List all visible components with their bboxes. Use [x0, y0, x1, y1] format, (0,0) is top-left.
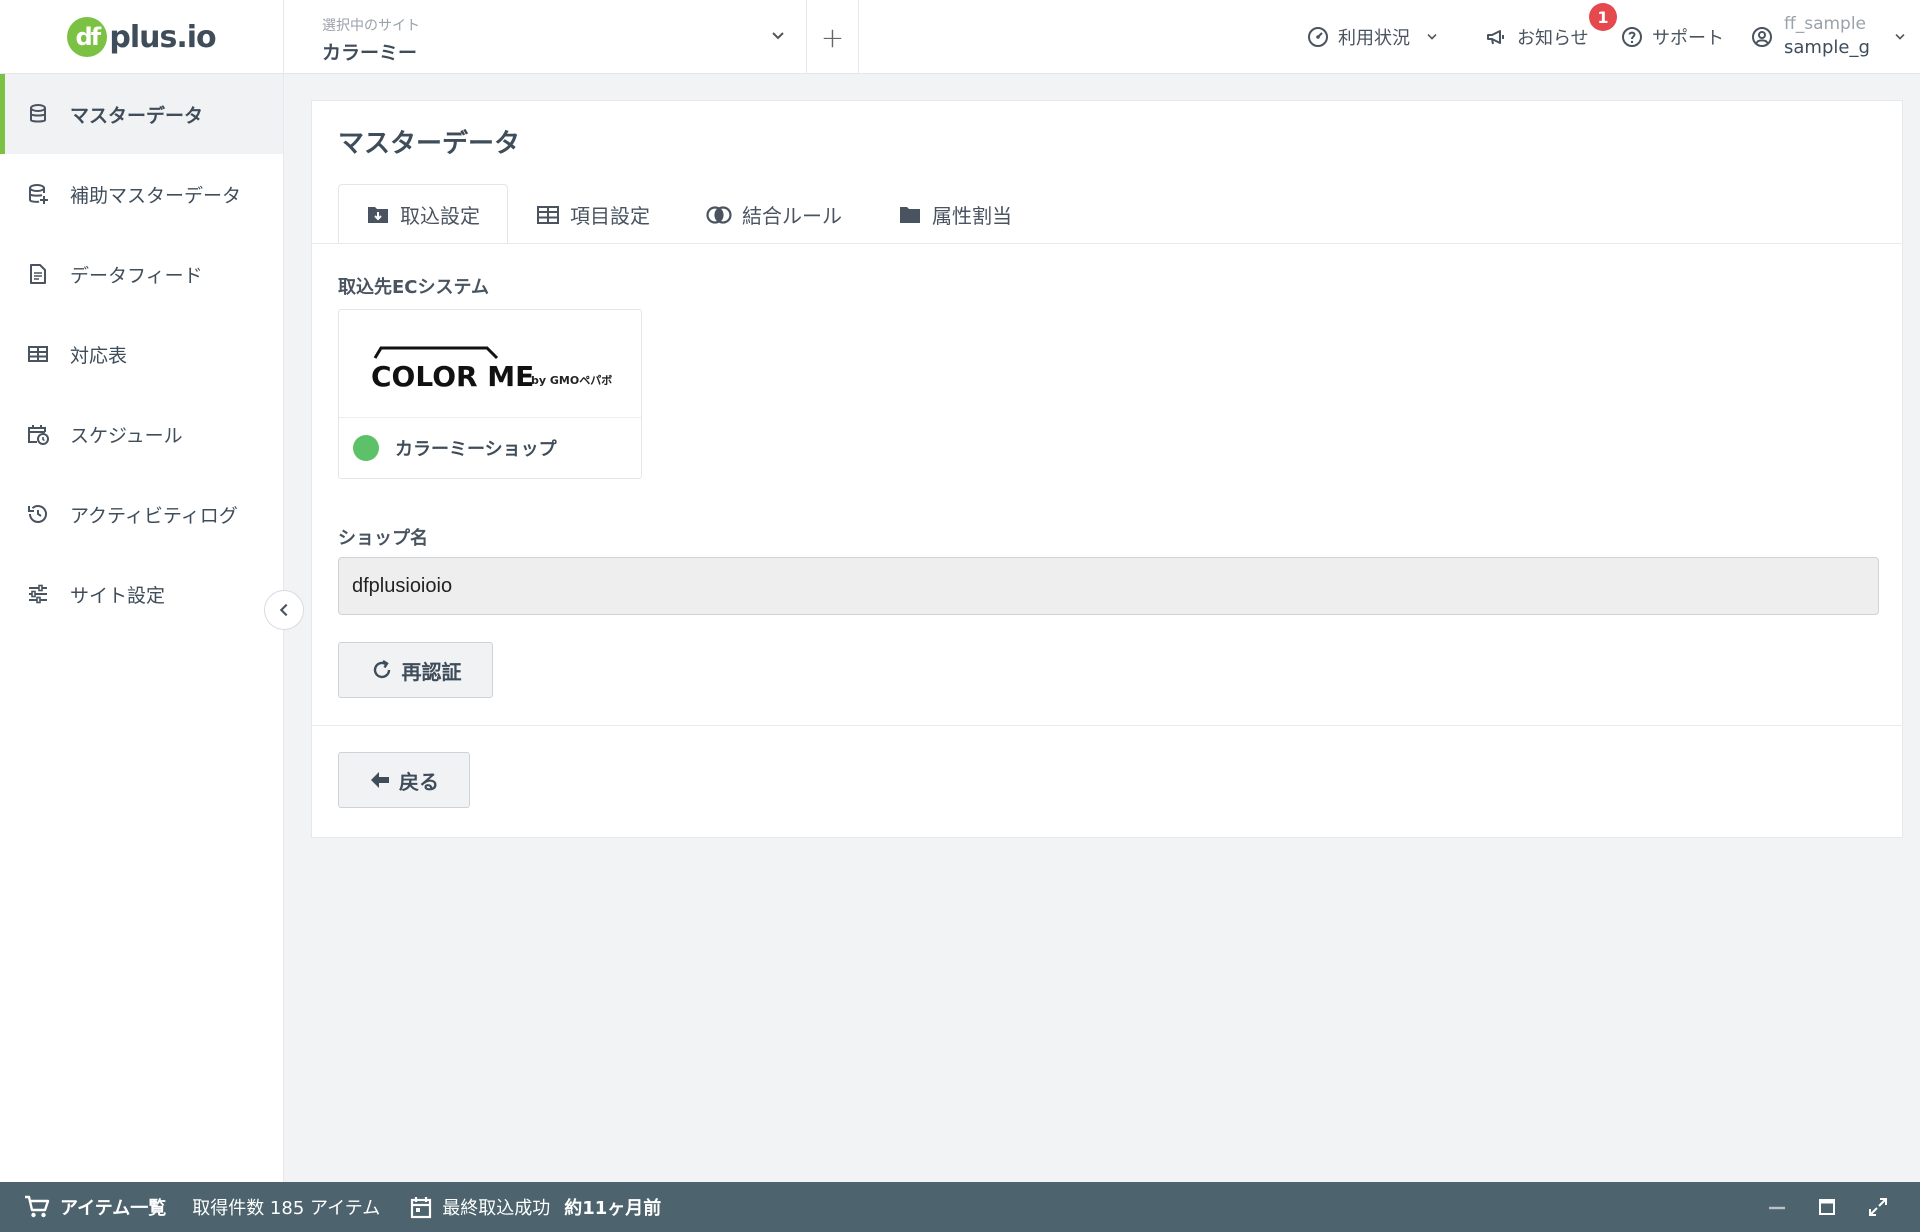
tab-field-settings[interactable]: 項目設定	[508, 184, 678, 244]
history-icon	[28, 505, 47, 523]
ec-shop-row: カラーミーショップ	[339, 418, 641, 478]
sidebar-item-schedule[interactable]: スケジュール	[0, 394, 283, 474]
selected-site-name: カラーミー	[322, 42, 418, 64]
site-selector-label: 選択中のサイト	[322, 18, 420, 34]
expand-icon[interactable]	[1868, 1197, 1888, 1217]
item-list-toggle[interactable]: アイテム一覧	[24, 1194, 166, 1220]
master-data-card: マスターデータ 取込設定 項目設定 結合ルール 属性割当 取込先ECシステム C…	[311, 100, 1903, 838]
user-name: sample_g	[1784, 37, 1870, 59]
tab-merge-rules[interactable]: 結合ルール	[678, 184, 870, 244]
back-label: 戻る	[399, 769, 439, 794]
status-footer: アイテム一覧 取得件数 185 アイテム 最終取込成功 約11ヶ月前	[0, 1182, 1920, 1232]
tab-bar: 取込設定 項目設定 結合ルール 属性割当	[338, 184, 1040, 244]
user-names: ff_sample sample_g	[1784, 13, 1870, 60]
chevron-down-icon	[1895, 34, 1905, 40]
merge-icon	[706, 205, 732, 224]
last-import-value: 約11ヶ月前	[564, 1198, 662, 1219]
sidebar-item-data-feed[interactable]: データフィード	[0, 234, 283, 314]
sidebar-item-label: アクティビティログ	[70, 504, 238, 527]
database-plus-icon	[29, 184, 48, 204]
database-icon	[30, 104, 46, 123]
sidebar-item-mapping-table[interactable]: 対応表	[0, 314, 283, 394]
tab-label: 結合ルール	[742, 204, 842, 228]
colorme-logo-sub: by GMOペパボ	[531, 373, 612, 387]
connected-status-dot	[353, 435, 379, 461]
tabs-divider	[312, 243, 1902, 244]
back-button[interactable]: 戻る	[338, 752, 470, 808]
arrow-left-icon	[371, 772, 389, 788]
logo-text: plus.io	[109, 19, 216, 55]
gauge-icon	[1308, 27, 1328, 47]
tab-label: 取込設定	[400, 204, 480, 228]
sidebar-item-master-data[interactable]: マスターデータ	[0, 74, 283, 154]
sidebar-collapse-button[interactable]	[264, 590, 304, 630]
last-import-status: 最終取込成功 約11ヶ月前	[410, 1194, 661, 1220]
dfplus-logo[interactable]: df plus.io	[67, 17, 217, 57]
usage-menu[interactable]: 利用状況	[1306, 0, 1440, 74]
ec-system-card[interactable]: COLOR ME by GMOペパボ カラーミーショップ	[338, 309, 642, 479]
site-selector[interactable]: 選択中のサイト カラーミー	[284, 0, 807, 74]
folder-icon	[900, 206, 920, 223]
calendar-icon	[411, 1197, 432, 1219]
folder-download-icon	[368, 206, 388, 223]
sidebar-item-label: データフィード	[70, 264, 203, 287]
reauthenticate-button[interactable]: 再認証	[338, 642, 493, 698]
colorme-logo-graphic: COLOR ME by GMOペパボ	[371, 346, 612, 393]
support-menu[interactable]: サポート	[1620, 0, 1724, 74]
footer-window-controls	[1768, 1182, 1898, 1232]
help-circle-icon	[1622, 27, 1642, 47]
file-list-icon	[30, 264, 46, 284]
tab-attribute-assignment[interactable]: 属性割当	[870, 184, 1040, 244]
sidebar: マスターデータ 補助マスターデータ データフィード 対応表 スケジュール アクテ…	[0, 74, 284, 1182]
colorme-logo: COLOR ME by GMOペパボ	[339, 310, 641, 418]
usage-label: 利用状況	[1338, 28, 1410, 49]
minimize-icon[interactable]	[1768, 1198, 1786, 1216]
last-import-label: 最終取込成功	[442, 1198, 551, 1219]
user-id: ff_sample	[1784, 14, 1867, 35]
maximize-icon[interactable]	[1818, 1198, 1836, 1216]
ec-shop-name: カラーミーショップ	[395, 439, 557, 460]
notification-badge: 1	[1589, 3, 1617, 31]
user-menu[interactable]: ff_sample sample_g	[1750, 0, 1908, 74]
card-divider	[312, 725, 1902, 726]
logo-area[interactable]: df plus.io	[0, 0, 284, 74]
item-list-label: アイテム一覧	[60, 1198, 167, 1219]
megaphone-icon	[1487, 30, 1504, 45]
refresh-icon	[373, 659, 390, 679]
chevron-down-icon	[772, 32, 784, 40]
sidebar-item-label: 補助マスターデータ	[70, 184, 242, 207]
table-icon	[28, 346, 48, 362]
tab-label: 属性割当	[932, 204, 1012, 228]
chevron-down-icon	[1427, 34, 1437, 40]
news-label: お知らせ	[1517, 28, 1589, 49]
sidebar-item-site-settings[interactable]: サイト設定	[0, 554, 283, 634]
sliders-icon	[29, 584, 47, 604]
page-title: マスターデータ	[338, 129, 521, 159]
add-site-button[interactable]: +	[807, 0, 859, 74]
shop-name-label: ショップ名	[338, 528, 428, 549]
sidebar-item-label: サイト設定	[70, 584, 166, 607]
table-icon	[537, 205, 559, 224]
top-header: df plus.io 選択中のサイト カラーミー + 利用状況 お知らせ 1 サ…	[0, 0, 1920, 74]
logo-mark: df	[67, 17, 108, 57]
colorme-logo-text: COLOR ME	[371, 360, 534, 393]
reauthenticate-label: 再認証	[401, 659, 462, 684]
news-menu[interactable]: お知らせ	[1485, 0, 1589, 74]
chevron-left-icon	[279, 603, 288, 617]
support-label: サポート	[1652, 28, 1724, 49]
sidebar-item-aux-master-data[interactable]: 補助マスターデータ	[0, 154, 283, 234]
sidebar-item-label: 対応表	[70, 344, 128, 367]
user-circle-icon	[1752, 27, 1772, 47]
cart-icon	[25, 1195, 50, 1218]
sidebar-item-activity-log[interactable]: アクティビティログ	[0, 474, 283, 554]
shop-name-input[interactable]	[338, 557, 1879, 615]
calendar-clock-icon	[28, 425, 49, 445]
tab-label: 項目設定	[570, 204, 650, 228]
tab-import-settings[interactable]: 取込設定	[338, 184, 508, 244]
ec-system-label: 取込先ECシステム	[338, 277, 489, 298]
sidebar-item-label: マスターデータ	[70, 104, 204, 127]
item-count: 取得件数 185 アイテム	[192, 1198, 381, 1219]
sidebar-item-label: スケジュール	[70, 424, 183, 447]
